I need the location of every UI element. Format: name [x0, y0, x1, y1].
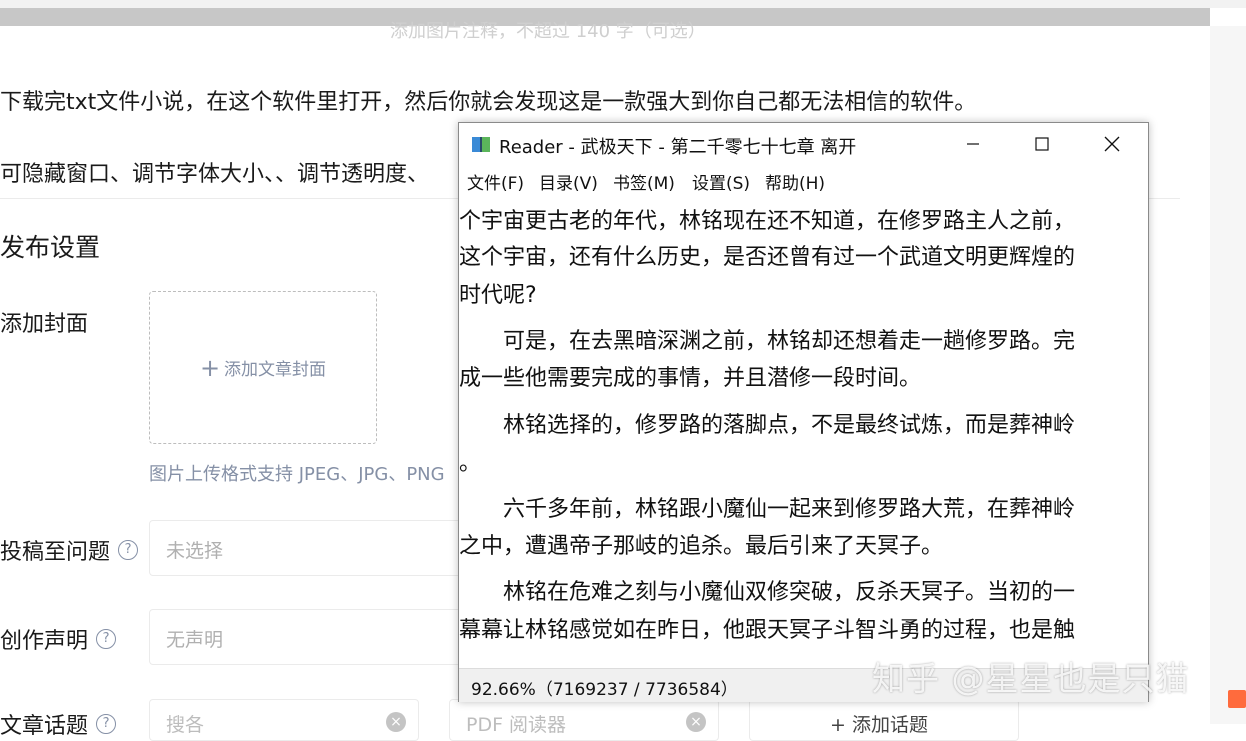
zhihu-watermark: 知乎 @星星也是只猫: [872, 659, 1190, 698]
text-line: 成一些他需要完成的事情，并且潜修一段时间。: [459, 366, 922, 391]
menu-help[interactable]: 帮助(H): [765, 169, 825, 194]
reader-titlebar[interactable]: Reader - 武极天下 - 第二千零七十七章 离开: [459, 123, 1148, 165]
reader-window[interactable]: Reader - 武极天下 - 第二千零七十七章 离开 文件(F) 目录(V) …: [458, 122, 1149, 702]
cover-label: 添加封面: [0, 306, 88, 338]
text-line: 。: [459, 451, 482, 476]
article-paragraph[interactable]: 可隐藏窗口、调节字体大小、、调节透明度、: [0, 156, 429, 188]
text-line: 幕幕让林铭感觉如在昨日，他跟天冥子斗智斗勇的过程，也是触: [459, 618, 1076, 643]
text-line: 林铭在危难之刻与小魔仙双修突破，反杀天冥子。当初的一: [459, 580, 1076, 605]
menu-file[interactable]: 文件(F): [467, 169, 524, 194]
declaration-text: 创作声明: [0, 629, 89, 654]
plus-icon: +: [199, 353, 221, 382]
add-cover-text: 添加文章封面: [224, 360, 327, 380]
browser-top-bar: [0, 0, 1246, 8]
submit-question-label: 投稿至问题 ?: [0, 534, 139, 566]
close-icon: [1104, 136, 1120, 152]
text-line: 时代呢?: [459, 283, 537, 308]
text-line: 之中，遭遇帝子那岐的追杀。最后引来了天冥子。: [459, 534, 944, 559]
text-line: 这个宇宙，还有什么历史，是否还曾有过一个武道文明更辉煌的: [459, 245, 1076, 270]
text-line: 可是，在去黑暗深渊之前，林铭却还想着走一趟修罗路。完: [459, 329, 1076, 354]
help-icon[interactable]: ?: [118, 540, 139, 560]
upload-format-hint: 图片上传格式支持 JPEG、JPG、PNG: [149, 464, 445, 485]
image-caption-placeholder[interactable]: 添加图片注释，不超过 140 字（可选）: [390, 17, 706, 43]
declaration-select-placeholder: 无声明: [166, 629, 224, 651]
publish-settings-title: 发布设置: [0, 233, 101, 262]
topic-tag[interactable]: PDF 阅读器 ×: [449, 699, 719, 741]
feedback-badge[interactable]: [1228, 690, 1246, 708]
reading-progress: 92.66%（7169237 / 7736584）: [471, 680, 738, 700]
help-icon[interactable]: ?: [96, 629, 117, 649]
remove-tag-icon[interactable]: ×: [386, 712, 406, 732]
text-line: 六千多年前，林铭跟小魔仙一起来到修罗路大荒，在葬神岭: [459, 497, 1076, 522]
maximize-icon: [1035, 137, 1049, 151]
text-line: 林铭选择的，修罗路的落脚点，不是最终试炼，而是葬神岭: [459, 413, 1076, 438]
topic-label-text: 文章话题: [0, 714, 89, 739]
topic-label: 文章话题 ?: [0, 708, 117, 740]
text-line: 个宇宙更古老的年代，林铭现在还不知道，在修罗路主人之前，: [459, 209, 1076, 234]
submit-question-text: 投稿至问题: [0, 540, 111, 565]
add-topic-button[interactable]: + 添加话题: [749, 699, 1019, 741]
declaration-label: 创作声明 ?: [0, 623, 117, 655]
topic-tag[interactable]: 搜各 ×: [149, 699, 419, 741]
reader-title: Reader - 武极天下 - 第二千零七十七章 离开: [499, 137, 857, 158]
minimize-icon: [967, 143, 979, 145]
cover-label-text: 添加封面: [0, 312, 89, 337]
reader-menubar: 文件(F) 目录(V) 书签(M) 设置(S) 帮助(H): [459, 165, 1148, 195]
article-paragraph[interactable]: 下载完txt文件小说，在这个软件里打开，然后你就会发现这是一款强大到你自己都无法…: [0, 84, 976, 116]
menu-toc[interactable]: 目录(V): [539, 169, 598, 194]
menu-settings[interactable]: 设置(S): [692, 169, 750, 194]
add-cover-button[interactable]: + 添加文章封面: [149, 291, 377, 444]
question-select[interactable]: 未选择: [149, 520, 471, 576]
remove-tag-icon[interactable]: ×: [686, 712, 706, 732]
help-icon[interactable]: ?: [96, 714, 117, 734]
reader-text-area[interactable]: 个宇宙更古老的年代，林铭现在还不知道，在修罗路主人之前， 这个宇宙，还有什么历史…: [459, 195, 1148, 667]
menu-bookmark[interactable]: 书签(M): [613, 169, 675, 194]
minimize-button[interactable]: [943, 123, 1003, 165]
maximize-button[interactable]: [1012, 123, 1072, 165]
book-icon: [472, 137, 490, 152]
declaration-select[interactable]: 无声明: [149, 609, 471, 665]
right-scroll-strip: [1210, 26, 1246, 724]
question-select-placeholder: 未选择: [166, 540, 224, 562]
close-button[interactable]: [1082, 123, 1142, 165]
